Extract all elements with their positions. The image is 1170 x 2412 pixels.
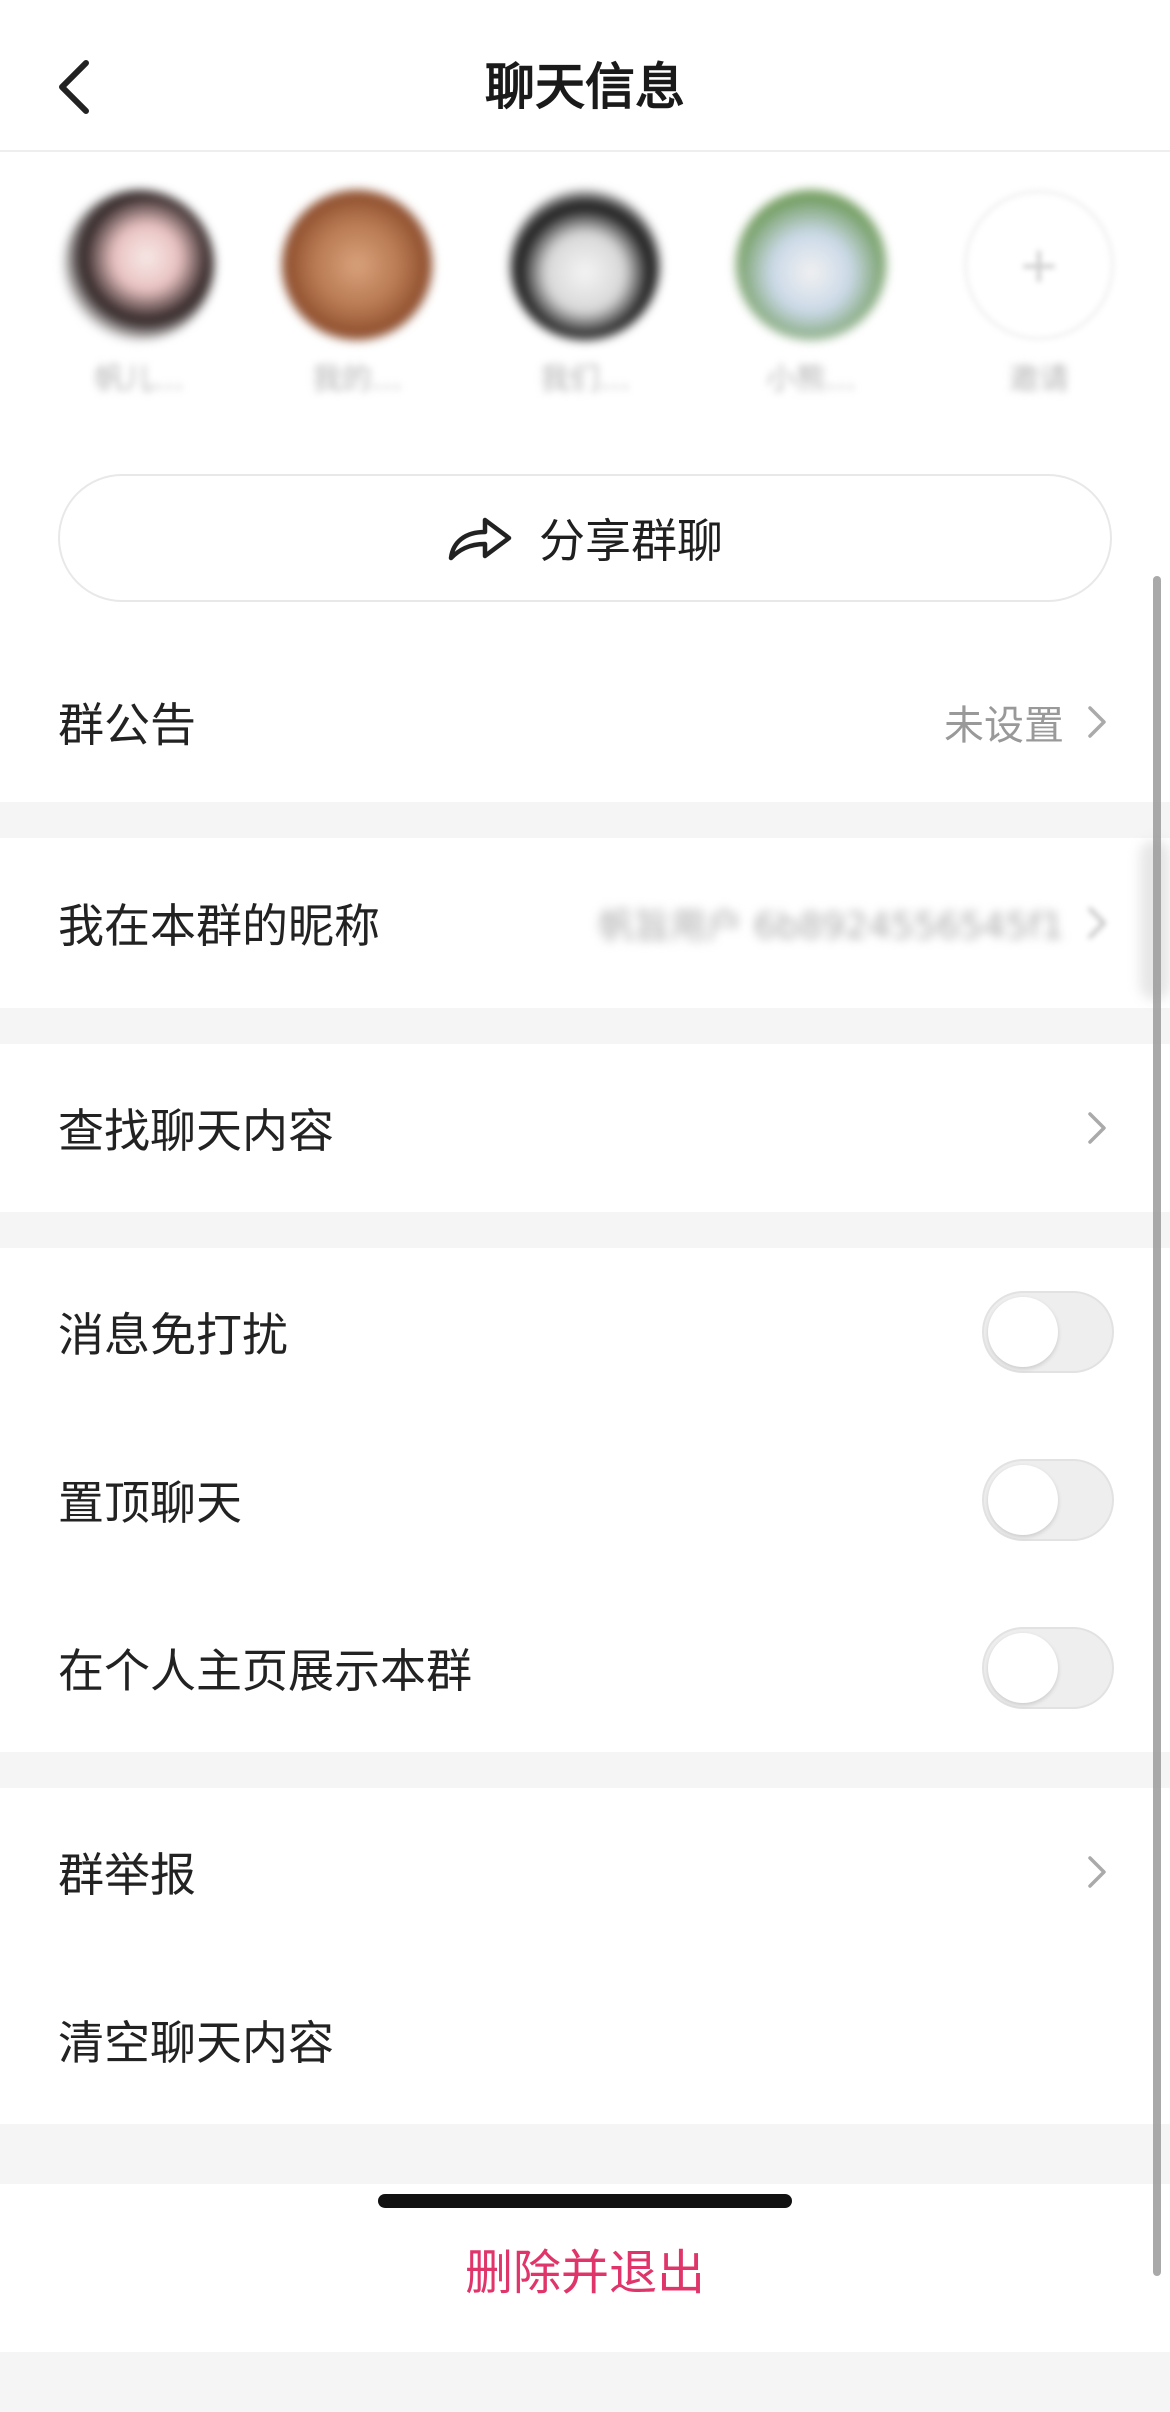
pin-toggle[interactable] bbox=[982, 1459, 1114, 1541]
member-name: 我的… bbox=[312, 362, 402, 397]
search-chat-row[interactable]: 查找聊天内容 bbox=[0, 1044, 1170, 1212]
show-on-profile-label: 在个人主页展示本群 bbox=[58, 1644, 472, 1698]
avatar bbox=[64, 190, 214, 340]
member-item[interactable]: 帆儿… bbox=[54, 190, 224, 410]
chevron-right-icon bbox=[1088, 1112, 1106, 1144]
member-item[interactable]: 我的… bbox=[272, 190, 442, 410]
member-name: 我们… bbox=[540, 362, 630, 397]
show-on-profile-toggle[interactable] bbox=[982, 1627, 1114, 1709]
toggle-knob bbox=[988, 1297, 1058, 1367]
page-title: 聊天信息 bbox=[485, 58, 685, 116]
clear-chat-row[interactable]: 清空聊天内容 bbox=[0, 1956, 1170, 2124]
member-name: 小熊… bbox=[766, 362, 856, 397]
toggle-knob bbox=[988, 1633, 1058, 1703]
avatar bbox=[282, 190, 432, 340]
section-divider bbox=[0, 1008, 1170, 1044]
announcement-value: 未设置 bbox=[944, 703, 1064, 749]
chevron-right-icon bbox=[1088, 706, 1106, 738]
show-on-profile-row: 在个人主页展示本群 bbox=[0, 1584, 1170, 1752]
nickname-value: 帆旨用户 6b8924556545f1 bbox=[598, 906, 1064, 947]
plus-icon: + bbox=[1018, 236, 1060, 294]
section-divider bbox=[0, 802, 1170, 838]
invite-label: 邀请 bbox=[1009, 362, 1069, 397]
delete-and-exit-button[interactable]: 删除并退出 bbox=[0, 2184, 1170, 2352]
invite-circle: + bbox=[964, 190, 1114, 340]
chevron-right-icon bbox=[1088, 907, 1106, 939]
announcement-label: 群公告 bbox=[58, 698, 196, 752]
avatar bbox=[736, 190, 886, 340]
bottom-area bbox=[0, 2352, 1170, 2412]
group-nickname-row[interactable]: 我在本群的昵称 帆旨用户 6b8924556545f1 bbox=[0, 838, 1170, 1008]
share-group-button[interactable]: 分享群聊 bbox=[58, 474, 1112, 602]
member-item[interactable]: 我们… bbox=[500, 190, 670, 410]
avatar bbox=[510, 190, 660, 340]
delete-and-exit-label: 删除并退出 bbox=[464, 2245, 705, 2301]
report-group-row[interactable]: 群举报 bbox=[0, 1788, 1170, 1956]
share-arrow-icon bbox=[448, 517, 512, 561]
section-divider bbox=[0, 1752, 1170, 1788]
chat-info-screen: 聊天信息 帆儿… 我的… 我们… 小熊… + 邀请 分享群聊 群公告 未设置 我… bbox=[0, 0, 1170, 2412]
pin-label: 置顶聊天 bbox=[58, 1476, 242, 1530]
member-list: 帆儿… 我的… 我们… 小熊… + 邀请 bbox=[0, 178, 1170, 418]
search-chat-label: 查找聊天内容 bbox=[58, 1104, 334, 1158]
member-name: 帆儿… bbox=[94, 362, 184, 397]
share-label: 分享群聊 bbox=[539, 514, 723, 568]
home-indicator bbox=[378, 2194, 792, 2208]
nav-bar: 聊天信息 bbox=[0, 0, 1170, 152]
chevron-right-icon bbox=[1088, 1856, 1106, 1888]
section-divider bbox=[0, 1212, 1170, 1248]
mute-row: 消息免打扰 bbox=[0, 1248, 1170, 1416]
announcement-row[interactable]: 群公告 未设置 bbox=[0, 642, 1170, 802]
pin-chat-row: 置顶聊天 bbox=[0, 1416, 1170, 1584]
scrollbar[interactable] bbox=[1153, 576, 1161, 2276]
mute-label: 消息免打扰 bbox=[58, 1308, 288, 1362]
clear-label: 清空聊天内容 bbox=[58, 2016, 334, 2070]
nickname-label: 我在本群的昵称 bbox=[58, 899, 380, 953]
section-divider bbox=[0, 2124, 1170, 2184]
invite-member-button[interactable]: + 邀请 bbox=[954, 190, 1124, 410]
report-label: 群举报 bbox=[58, 1848, 196, 1902]
toggle-knob bbox=[988, 1465, 1058, 1535]
mute-toggle[interactable] bbox=[982, 1291, 1114, 1373]
member-item[interactable]: 小熊… bbox=[726, 190, 896, 410]
